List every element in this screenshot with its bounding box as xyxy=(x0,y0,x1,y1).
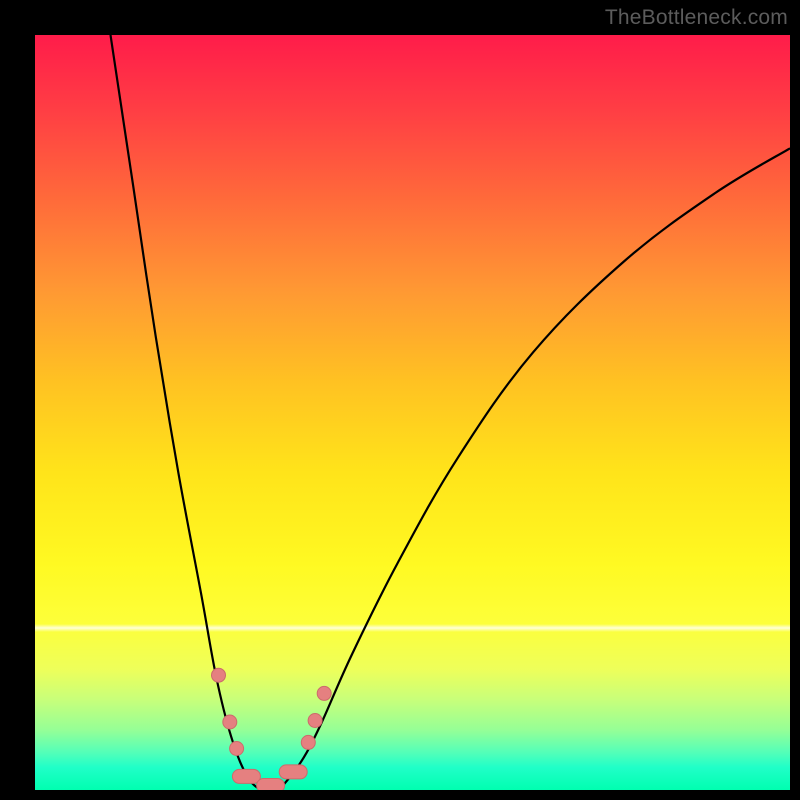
curve-marker xyxy=(317,686,331,700)
curve-marker xyxy=(230,742,244,756)
watermark-text: TheBottleneck.com xyxy=(605,6,788,30)
plot-area xyxy=(35,35,790,790)
curve-marker xyxy=(308,714,322,728)
curve-marker xyxy=(301,735,315,749)
curve-marker xyxy=(232,769,260,783)
curve-marker xyxy=(257,779,285,791)
curve-marker xyxy=(223,715,237,729)
chart-frame: TheBottleneck.com xyxy=(0,0,800,800)
curve-marker xyxy=(279,765,307,779)
curve-layer xyxy=(35,35,790,790)
marker-group xyxy=(212,668,332,790)
curve-marker xyxy=(212,668,226,682)
